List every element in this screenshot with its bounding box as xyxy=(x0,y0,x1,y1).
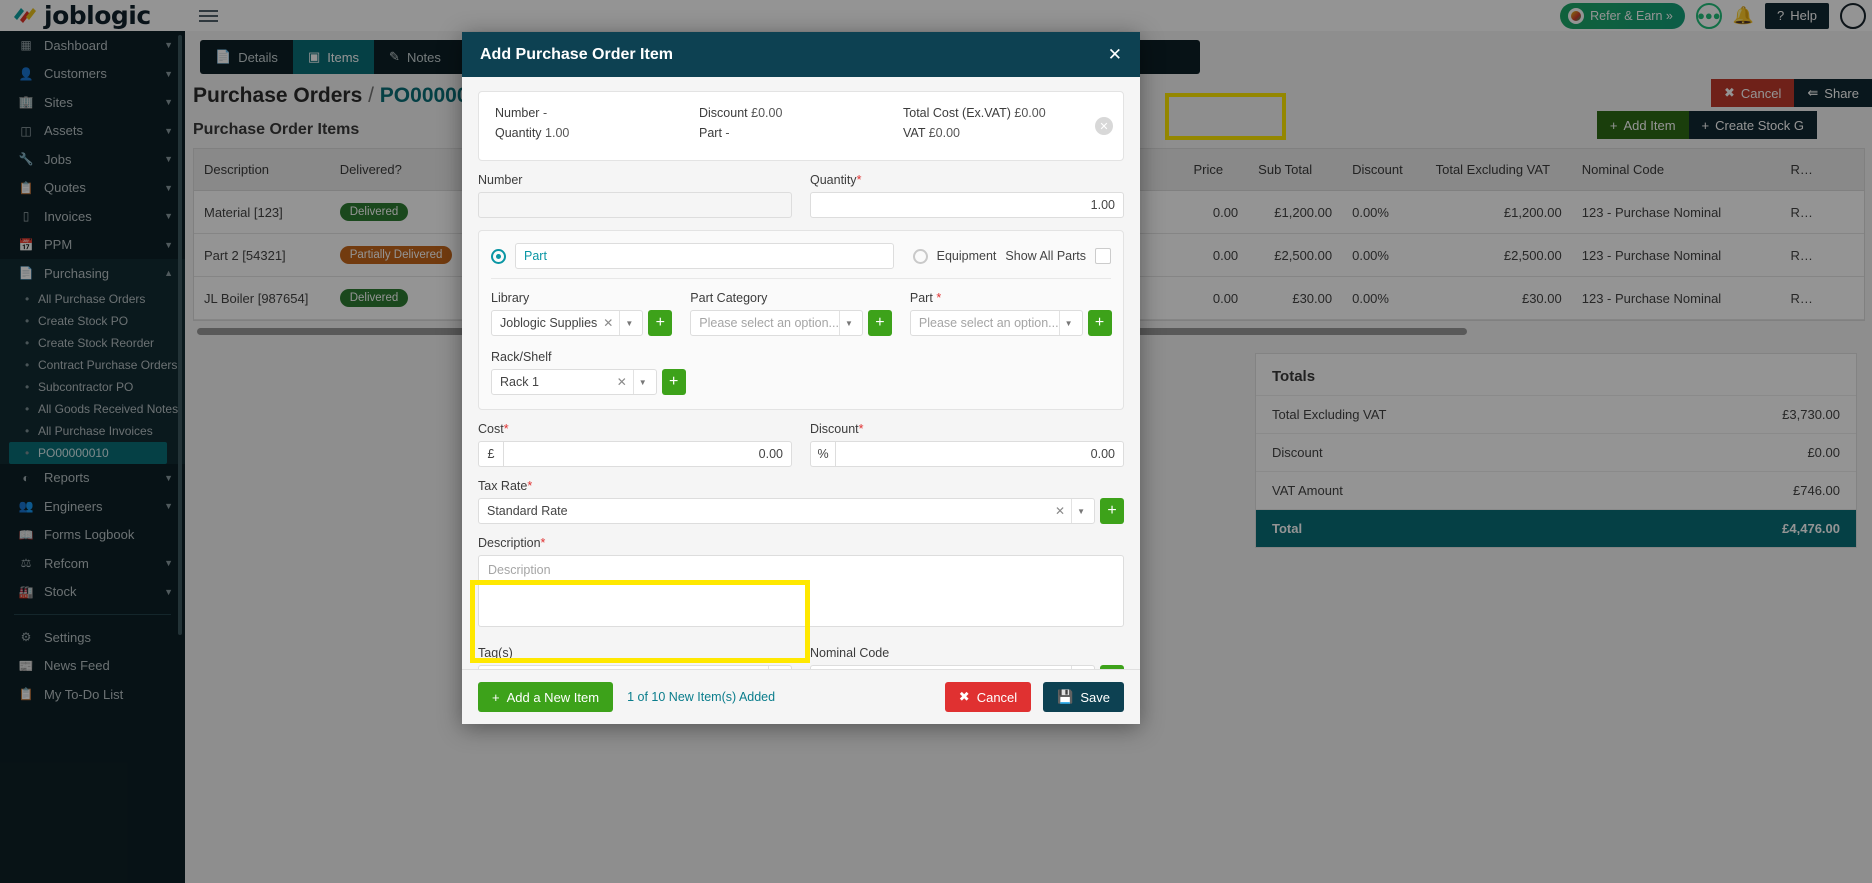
chevron-down-icon[interactable]: ▼ xyxy=(620,319,638,328)
required-marker: * xyxy=(503,422,509,436)
show-all-parts-checkbox[interactable] xyxy=(1095,248,1111,264)
modal-cancel-label: Cancel xyxy=(976,689,1018,705)
summary-quantity-label: Quantity xyxy=(495,126,542,140)
part-category-label: Part Category xyxy=(690,291,768,305)
radio-equipment[interactable] xyxy=(912,248,928,264)
modal-footer: + Add a New Item 1 of 10 New Item(s) Add… xyxy=(462,669,1140,724)
chevron-down-icon[interactable]: ▼ xyxy=(1060,319,1078,328)
library-value: Joblogic Supplies xyxy=(500,316,598,330)
description-textarea[interactable] xyxy=(478,555,1124,627)
modal-save-button[interactable]: 💾 Save xyxy=(1043,682,1124,712)
required-marker: * xyxy=(858,422,864,436)
summary-number-label: Number xyxy=(495,106,540,120)
clear-icon[interactable]: ✕ xyxy=(1049,504,1071,518)
cost-input[interactable]: 0.00 xyxy=(503,441,792,467)
library-select[interactable]: Joblogic Supplies ✕ ▼ xyxy=(491,310,644,336)
tags-label: Tag(s) xyxy=(478,646,513,660)
rack-shelf-select[interactable]: Rack 1 ✕ ▼ xyxy=(491,369,657,395)
chevron-down-icon[interactable]: ▼ xyxy=(1072,507,1090,516)
tax-rate-label-text: Tax Rate xyxy=(478,479,528,493)
add-library-button[interactable]: + xyxy=(648,310,673,336)
clear-icon[interactable]: ✕ xyxy=(597,316,619,330)
quantity-label: Quantity* xyxy=(810,173,1124,187)
tax-rate-label: Tax Rate* xyxy=(478,479,1124,493)
discount-label: Discount* xyxy=(810,422,1124,436)
chevron-down-icon[interactable]: ▼ xyxy=(840,319,858,328)
clear-icon[interactable]: ✕ xyxy=(611,375,633,389)
modal-save-label: Save xyxy=(1080,689,1110,705)
modal-body: Number - Quantity 1.00 Discount £0.00 Pa… xyxy=(462,77,1140,669)
discount-percent-prefix: % xyxy=(810,441,835,467)
required-marker: * xyxy=(856,173,862,187)
rack-shelf-value: Rack 1 xyxy=(500,375,539,389)
add-a-new-item-label: Add a New Item xyxy=(506,689,600,705)
summary-part-value: - xyxy=(725,126,730,140)
modal-header: Add Purchase Order Item ✕ xyxy=(462,32,1140,77)
item-summary-card: Number - Quantity 1.00 Discount £0.00 Pa… xyxy=(478,91,1124,161)
add-part-button[interactable]: + xyxy=(1087,310,1112,336)
part-label-text: Part xyxy=(909,291,933,305)
cancel-icon: ✖ xyxy=(958,689,970,704)
tax-rate-value: Standard Rate xyxy=(487,504,568,518)
discount-value: 0.00 xyxy=(1090,447,1115,461)
show-all-parts-group: Show All Parts xyxy=(1005,248,1111,264)
part-category-select[interactable]: Please select an option... ▼ xyxy=(690,310,863,336)
remove-item-icon[interactable]: ✕ xyxy=(1095,117,1113,135)
add-purchase-order-item-modal: Add Purchase Order Item ✕ Number - Quant… xyxy=(462,32,1140,724)
library-label: Library xyxy=(491,291,530,305)
add-tax-rate-button[interactable]: + xyxy=(1100,498,1124,524)
summary-number-value: - xyxy=(542,106,548,120)
summary-discount-label: Discount xyxy=(699,106,748,120)
cost-label-text: Cost xyxy=(478,422,504,436)
items-added-count: 1 of 10 New Item(s) Added xyxy=(627,690,776,704)
rack-shelf-label: Rack/Shelf xyxy=(491,350,552,364)
summary-col-mid: Discount £0.00 Part - xyxy=(699,106,903,146)
summary-discount-value: £0.00 xyxy=(751,106,783,120)
summary-total-cost-value: £0.00 xyxy=(1014,106,1046,120)
summary-quantity-value: 1.00 xyxy=(545,126,570,140)
part-label: Part * xyxy=(910,291,1112,305)
cost-label: Cost* xyxy=(478,422,792,436)
required-marker: * xyxy=(540,536,546,550)
required-marker: * xyxy=(527,479,533,493)
quantity-value: 1.00 xyxy=(1090,198,1115,212)
add-rack-shelf-button[interactable]: + xyxy=(661,369,686,395)
add-part-category-button[interactable]: + xyxy=(867,310,892,336)
close-icon[interactable]: ✕ xyxy=(1108,45,1122,65)
summary-part-label: Part xyxy=(699,126,722,140)
discount-input[interactable]: 0.00 xyxy=(835,441,1124,467)
summary-col-right: Total Cost (Ex.VAT) £0.00 VAT £0.00 xyxy=(903,106,1107,146)
number-label: Number xyxy=(478,173,523,187)
show-all-parts-label: Show All Parts xyxy=(1005,249,1086,263)
quantity-input[interactable]: 1.00 xyxy=(810,192,1124,218)
cost-value: 0.00 xyxy=(758,447,783,461)
radio-part[interactable] xyxy=(491,248,506,264)
description-label: Description* xyxy=(478,536,1124,550)
cost-currency-prefix: £ xyxy=(478,441,503,467)
discount-label-text: Discount xyxy=(810,422,859,436)
radio-equipment-label[interactable]: Equipment xyxy=(937,249,997,263)
part-placeholder: Please select an option... xyxy=(918,316,1059,330)
number-input[interactable] xyxy=(478,192,792,218)
summary-vat-value: £0.00 xyxy=(928,126,960,140)
chevron-down-icon[interactable]: ▼ xyxy=(634,378,652,387)
part-category-placeholder: Please select an option... xyxy=(699,316,839,330)
part-select[interactable]: Please select an option... ▼ xyxy=(909,310,1083,336)
required-marker: * xyxy=(936,291,942,305)
add-a-new-item-button[interactable]: + Add a New Item xyxy=(478,682,614,712)
quantity-label-text: Quantity xyxy=(810,173,857,187)
part-equipment-panel: Part Equipment Show All Parts Library Jo… xyxy=(478,230,1124,410)
modal-title: Add Purchase Order Item xyxy=(480,45,673,63)
nominal-code-label: Nominal Code xyxy=(810,646,890,660)
summary-total-cost-label: Total Cost (Ex.VAT) xyxy=(903,106,1011,120)
radio-part-label[interactable]: Part xyxy=(515,243,894,269)
part-equipment-radio-row: Part Equipment Show All Parts xyxy=(491,241,1111,279)
tax-rate-select[interactable]: Standard Rate ✕ ▼ xyxy=(478,498,1095,524)
save-icon: 💾 xyxy=(1057,689,1074,704)
description-label-text: Description xyxy=(478,536,541,550)
summary-vat-label: VAT xyxy=(903,126,926,140)
plus-icon: + xyxy=(492,689,500,705)
summary-col-left: Number - Quantity 1.00 xyxy=(495,106,699,146)
modal-cancel-button[interactable]: ✖ Cancel xyxy=(944,682,1032,712)
